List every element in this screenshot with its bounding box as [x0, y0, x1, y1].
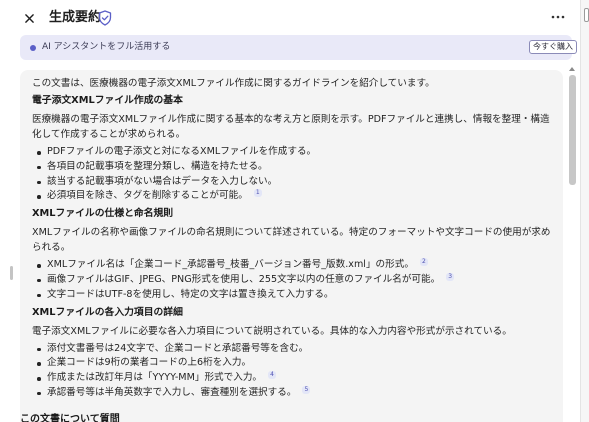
section-body: 電子添文XMLファイルに必要な各入力項目について説明されている。具体的な入力内容…	[32, 325, 512, 337]
bullet-item: 企業コードは9桁の業者コードの上6桁を入力。	[32, 356, 557, 371]
bullet-text: 添付文書番号は24文字で、企業コードと承認番号等を含む。	[47, 342, 309, 354]
ask-about-document-label[interactable]: この文書について質問	[20, 414, 120, 422]
section-body: XMLファイルの名称や画像ファイルの命名規則について詳述されている。特定のフォー…	[32, 227, 551, 254]
summary-content-card: この文書は、医療機器の電子添文XMLファイル作成に関するガイドラインを紹介してい…	[20, 70, 563, 422]
bullet-list: 添付文書番号は24文字で、企業コードと承認番号等を含む。 企業コードは9桁の業者…	[32, 342, 557, 401]
bullet-text: 企業コードは9桁の業者コードの上6桁を入力。	[47, 357, 252, 369]
bullet-item: XMLファイル名は「企業コード_承認番号_枝番_バージョン番号_版数.xml」の…	[32, 258, 557, 273]
scroll-up-arrow-icon[interactable]	[569, 67, 575, 71]
bullet-text: 必須項目を除き、タグを削除することが可能。	[47, 190, 248, 202]
citation-badge[interactable]: 4	[268, 371, 277, 380]
summary-intro: この文書は、医療機器の電子添文XMLファイル作成に関するガイドラインを紹介してい…	[32, 78, 435, 89]
bullet-text: XMLファイル名は「企業コード_承認番号_枝番_バージョン番号_版数.xml」の…	[47, 259, 414, 271]
section-heading: 電子添文XMLファイル作成の基本	[32, 95, 183, 106]
bullet-text: 各項目の記載事項を整理分類し、構造を持たせる。	[47, 160, 268, 172]
more-options-button[interactable]	[548, 9, 568, 25]
edge-tab-icon	[584, 8, 589, 22]
section-heading: XMLファイルの各入力項目の詳細	[32, 306, 183, 318]
bullet-item: 画像ファイルはGIF、JPEG、PNG形式を使用し、255文字以内の任意のファイ…	[32, 272, 557, 288]
bullet-text: PDFファイルの電子添文と対になるXMLファイルを作成する。	[47, 146, 317, 157]
bullet-text: 文字コードはUTF-8を使用し、特定の文字は置き換えて入力する。	[47, 288, 334, 300]
citation-badge[interactable]: 2	[419, 258, 428, 267]
citation-badge[interactable]: 5	[302, 385, 311, 394]
close-button[interactable]	[20, 9, 38, 27]
bullet-item: 該当する記載事項がない場合はデータを入力しない。	[32, 175, 557, 190]
summary-panel: 生成要約 AI アシスタントをフル活用する 今すぐ購入 この文書は、医療機器の電…	[0, 0, 580, 422]
upgrade-banner: AI アシスタントをフル活用する 今すぐ購入	[20, 35, 577, 60]
section-body: 医療機器の電子添文XMLファイル作成に関する基本的な考え方と原則を示す。PDFフ…	[32, 114, 550, 140]
bullet-text: 作成または改訂年月は「YYYY-MM」形式で入力。	[47, 372, 263, 384]
status-dot-icon	[30, 45, 36, 51]
buy-now-button[interactable]: 今すぐ購入	[529, 40, 577, 54]
bullet-item: 添付文書番号は24文字で、企業コードと承認番号等を含む。	[32, 342, 557, 357]
resize-handle[interactable]	[10, 266, 13, 280]
more-horizontal-icon	[551, 15, 565, 19]
citation-badge[interactable]: 1	[253, 189, 262, 198]
bullet-list: PDFファイルの電子添文と対になるXMLファイルを作成する。 各項目の記載事項を…	[32, 145, 557, 204]
bullet-list: XMLファイル名は「企業コード_承認番号_枝番_バージョン番号_版数.xml」の…	[32, 258, 557, 302]
vertical-scrollbar[interactable]	[567, 65, 577, 422]
shield-check-icon	[98, 10, 112, 26]
summary-content: この文書は、医療機器の電子添文XMLファイル作成に関するガイドラインを紹介してい…	[32, 76, 557, 404]
bullet-text: 画像ファイルはGIF、JPEG、PNG形式を使用し、255文字以内の任意のファイ…	[47, 273, 441, 285]
section-heading: XMLファイルの仕様と命名規則	[32, 208, 174, 220]
panel-header: 生成要約	[0, 0, 580, 34]
close-icon	[24, 13, 34, 23]
panel-title: 生成要約	[49, 10, 102, 25]
scrollbar-thumb[interactable]	[569, 75, 576, 185]
bullet-item: 作成または改訂年月は「YYYY-MM」形式で入力。 4	[32, 371, 557, 386]
bullet-text: 承認番号等は半角英数字で入力し、審査種別を選択する。	[47, 386, 297, 398]
banner-text: AI アシスタントをフル活用する	[42, 42, 171, 52]
bullet-item: 必須項目を除き、タグを削除することが可能。 1	[32, 189, 557, 204]
bullet-item: 文字コードはUTF-8を使用し、特定の文字は置き換えて入力する。	[32, 288, 557, 303]
bullet-item: 承認番号等は半角英数字で入力し、審査種別を選択する。 5	[32, 385, 557, 401]
citation-badge[interactable]: 3	[446, 272, 455, 281]
right-edge-strip	[580, 0, 589, 422]
bullet-text: 該当する記載事項がない場合はデータを入力しない。	[47, 175, 278, 187]
bullet-item: PDFファイルの電子添文と対になるXMLファイルを作成する。	[32, 145, 557, 160]
bullet-item: 各項目の記載事項を整理分類し、構造を持たせる。	[32, 160, 557, 175]
